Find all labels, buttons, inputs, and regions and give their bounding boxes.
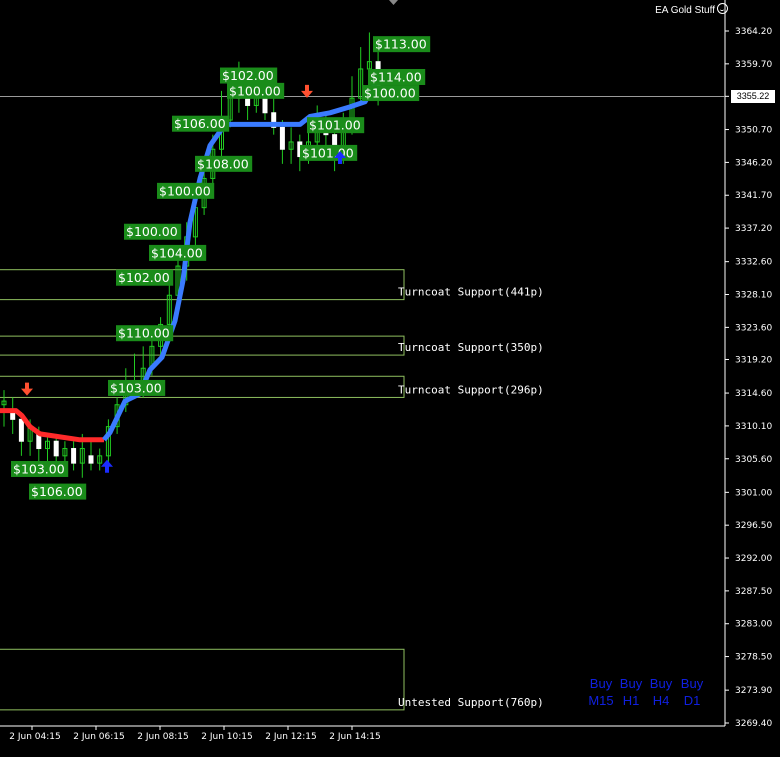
chart-window[interactable]: 3364.203359.703355.253350.703346.203341.…: [0, 0, 780, 753]
profit-label: $101.00: [302, 145, 354, 160]
signal-timeframe: D1: [683, 693, 701, 708]
support-zone-label: Turncoat Support(350p): [398, 341, 544, 354]
arrow-down-icon: [301, 84, 313, 98]
profit-label: $110.00: [118, 326, 170, 341]
profit-label: $108.00: [197, 156, 249, 171]
profit-label: $113.00: [375, 37, 427, 52]
ea-title-text: EA Gold Stuff: [655, 5, 715, 16]
support-zone-label: Turncoat Support(296p): [398, 383, 544, 396]
y-tick-label: 3359.70: [735, 60, 772, 70]
candle-body: [279, 126, 285, 150]
support-zone-label: Untested Support(760p): [398, 696, 544, 709]
signal-direction: Buy: [680, 676, 704, 691]
profit-label: $100.00: [229, 83, 281, 98]
smiley-icon: [717, 3, 728, 14]
x-tick-label: 2 Jun 04:15: [9, 732, 60, 742]
arrow-down-icon: [21, 382, 33, 396]
candle-body: [10, 411, 16, 420]
signal-item: Buy H1: [616, 675, 646, 709]
support-zone: [0, 648, 405, 711]
y-tick-label: 3350.70: [735, 126, 772, 136]
support-zone: [0, 269, 405, 301]
y-tick-label: 3305.60: [735, 455, 772, 465]
price-chart[interactable]: 3364.203359.703355.253350.703346.203341.…: [0, 0, 780, 753]
support-zone: [0, 375, 405, 398]
profit-label: $102.00: [118, 270, 170, 285]
x-tick-label: 2 Jun 14:15: [329, 732, 380, 742]
y-tick-label: 3323.60: [735, 323, 772, 333]
y-tick-label: 3310.10: [735, 422, 772, 432]
signal-direction: Buy: [649, 676, 673, 691]
axes-layer: 3364.203359.703355.253350.703346.203341.…: [0, 0, 772, 742]
candle-body: [18, 418, 24, 442]
support-zone-label: Turncoat Support(441p): [398, 286, 544, 299]
signal-direction: Buy: [619, 676, 643, 691]
signal-direction: Buy: [589, 676, 613, 691]
x-tick-label: 2 Jun 08:15: [137, 732, 188, 742]
y-tick-label: 3332.60: [735, 258, 772, 268]
profit-label: $100.00: [159, 183, 211, 198]
arrow-up-icon: [101, 459, 113, 473]
x-tick-label: 2 Jun 06:15: [73, 732, 124, 742]
profit-label: $101.00: [309, 118, 361, 133]
x-tick-label: 2 Jun 12:15: [265, 732, 316, 742]
profit-label: $100.00: [126, 224, 178, 239]
signal-item: Buy M15: [586, 675, 616, 709]
profit-label: $103.00: [13, 461, 65, 476]
y-tick-label: 3314.60: [735, 389, 772, 399]
scroll-marker-icon: [389, 0, 398, 5]
y-tick-label: 3296.50: [735, 521, 772, 531]
candle-body: [88, 455, 94, 464]
y-tick-label: 3273.90: [735, 686, 772, 696]
y-tick-label: 3364.20: [735, 27, 772, 37]
profit-label: $104.00: [151, 245, 203, 260]
profit-label: $100.00: [364, 86, 416, 101]
y-tick-label: 3269.40: [735, 719, 772, 729]
trend-line-red: [0, 408, 104, 443]
profit-label: $103.00: [110, 380, 162, 395]
ea-title: EA Gold Stuff: [655, 3, 728, 16]
y-tick-label: 3287.50: [735, 587, 772, 597]
profit-label: $114.00: [370, 69, 422, 84]
signal-item: Buy D1: [677, 675, 707, 709]
y-tick-label: 3346.20: [735, 158, 772, 168]
signal-timeframe: H1: [622, 693, 640, 708]
y-tick-label: 3319.20: [735, 355, 772, 365]
y-tick-label: 3341.70: [735, 191, 772, 201]
signal-timeframe: H4: [652, 693, 670, 708]
candle-body: [245, 97, 251, 106]
y-tick-label: 3292.00: [735, 554, 772, 564]
profit-labels-layer: $113.00$114.00$100.00$102.00$100.00$106.…: [11, 36, 431, 500]
candle-body: [71, 448, 77, 464]
profit-label: $102.00: [222, 68, 274, 83]
y-tick-label: 3337.20: [735, 224, 772, 234]
x-tick-label: 2 Jun 10:15: [201, 732, 252, 742]
y-tick-label: 3283.00: [735, 620, 772, 630]
y-tick-label: 3328.10: [735, 291, 772, 301]
candle-body: [53, 440, 59, 457]
profit-label: $106.00: [31, 484, 83, 499]
current-price-tag: 3355.22: [731, 90, 775, 103]
y-tick-label: 3278.50: [735, 653, 772, 663]
signal-item: Buy H4: [646, 675, 676, 709]
support-zone: [0, 335, 405, 356]
y-tick-label: 3301.00: [735, 488, 772, 498]
signal-timeframe: M15: [588, 693, 614, 708]
profit-label: $106.00: [174, 116, 226, 131]
